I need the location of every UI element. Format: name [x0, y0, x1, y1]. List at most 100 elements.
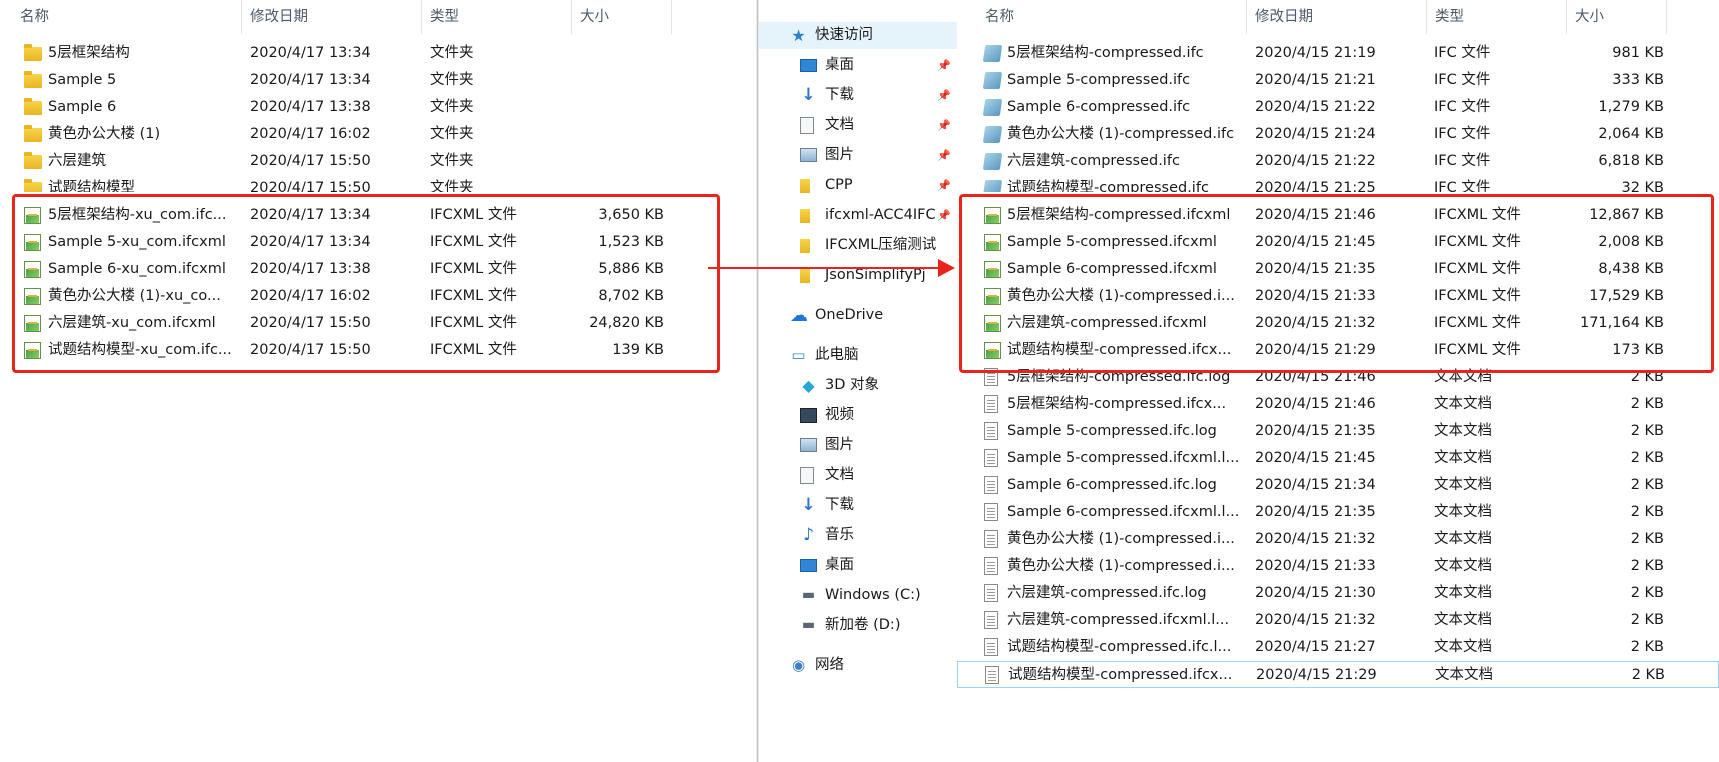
- file-row[interactable]: 黄色办公大楼 (1)-compressed.i... 2020/4/15 21:3…: [957, 553, 1719, 580]
- file-row[interactable]: Sample 6-compressed.ifcxml.l... 2020/4/15…: [957, 499, 1719, 526]
- videos-icon: [800, 408, 817, 423]
- pictures-icon: [800, 438, 817, 452]
- folder-row[interactable]: 试题结构模型 2020/4/17 15:50 文件夹: [0, 175, 756, 192]
- file-row[interactable]: 5层框架结构-compressed.ifcxml 2020/4/15 21:46 I…: [957, 202, 1719, 229]
- column-date-header[interactable]: 修改日期: [1247, 0, 1427, 34]
- nav-item[interactable]: ↓ 下载 📌: [759, 82, 957, 109]
- nav-item[interactable]: ifcxml-ACC4IFC 📌: [759, 202, 957, 229]
- file-row[interactable]: 5层框架结构-compressed.ifc 2020/4/15 21:19 IFC …: [957, 40, 1719, 67]
- file-row[interactable]: 六层建筑-compressed.ifcxml 2020/4/15 21:32 IFC…: [957, 310, 1719, 337]
- column-type-header[interactable]: 类型: [422, 0, 572, 34]
- nav-item-label: IFCXML压缩测试: [825, 237, 937, 253]
- file-row[interactable]: 黄色办公大楼 (1)-compressed.i... 2020/4/15 21:3…: [957, 526, 1719, 553]
- file-row[interactable]: Sample 5-compressed.ifc 2020/4/15 21:21 IF…: [957, 67, 1719, 94]
- file-row[interactable]: 六层建筑-compressed.ifc.log 2020/4/15 21:30 文本…: [957, 580, 1719, 607]
- nav-item[interactable]: ★ 快速访问: [759, 22, 957, 49]
- file-row[interactable]: 5层框架结构-compressed.ifcx... 2020/4/15 21:46…: [957, 391, 1719, 418]
- file-row[interactable]: 试题结构模型-compressed.ifc 2020/4/15 21:25 IFC …: [957, 175, 1719, 192]
- nav-item[interactable]: 图片 📌: [759, 142, 957, 169]
- ifcxml-file-icon: [984, 315, 1001, 332]
- nav-item[interactable]: 文档 📌: [759, 112, 957, 139]
- nav-item[interactable]: ♪ 音乐: [759, 522, 957, 549]
- file-row[interactable]: Sample 6-compressed.ifcxml 2020/4/15 21:3…: [957, 256, 1719, 283]
- ifcxml-file-icon: [24, 315, 41, 332]
- nav-item-label: 桌面: [825, 557, 854, 573]
- column-date-label: 修改日期: [250, 9, 308, 25]
- file-name: Sample 6: [48, 99, 117, 115]
- nav-item[interactable]: IFCXML压缩测试: [759, 232, 957, 259]
- column-size-header[interactable]: 大小: [572, 0, 672, 34]
- pin-icon: 📌: [937, 89, 951, 102]
- nav-item[interactable]: ▬ Windows (C:): [759, 582, 957, 609]
- nav-item[interactable]: 桌面: [759, 552, 957, 579]
- file-row[interactable]: 六层建筑-compressed.ifcxml.l... 2020/4/15 21:…: [957, 607, 1719, 634]
- file-row[interactable]: 黄色办公大楼 (1)-xu_co... 2020/4/17 16:02 IFCXML…: [0, 283, 756, 310]
- ifcxml-file-icon: [984, 207, 1001, 224]
- comparison-arrow-head-icon: [938, 259, 955, 277]
- file-size: 24,820 KB: [589, 315, 664, 331]
- text-file-icon: [984, 584, 998, 602]
- file-row[interactable]: 六层建筑-compressed.ifc 2020/4/15 21:22 IFC 文件…: [957, 148, 1719, 175]
- text-file-icon: [984, 476, 998, 494]
- nav-item[interactable]: ▭ 此电脑: [759, 342, 957, 369]
- file-row[interactable]: Sample 5-compressed.ifc.log 2020/4/15 21:…: [957, 418, 1719, 445]
- file-row[interactable]: 试题结构模型-xu_com.ifc... 2020/4/17 15:50 IFCXM…: [0, 337, 756, 364]
- file-row[interactable]: Sample 6-compressed.ifc.log 2020/4/15 21:…: [957, 472, 1719, 499]
- file-type: 文件夹: [430, 45, 474, 61]
- file-row[interactable]: Sample 5-xu_com.ifcxml 2020/4/17 13:34 IFC…: [0, 229, 756, 256]
- desktop-icon: [800, 559, 817, 572]
- nav-item[interactable]: 图片: [759, 432, 957, 459]
- folder-row[interactable]: Sample 6 2020/4/17 13:38 文件夹: [0, 94, 756, 121]
- file-row[interactable]: 试题结构模型-compressed.ifcx... 2020/4/15 21:29…: [957, 661, 1719, 688]
- file-date: 2020/4/15 21:24: [1255, 126, 1376, 142]
- nav-item-label: OneDrive: [815, 307, 884, 323]
- file-row[interactable]: 5层框架结构-xu_com.ifc... 2020/4/17 13:34 IFCXM…: [0, 202, 756, 229]
- folder-row[interactable]: 六层建筑 2020/4/17 15:50 文件夹: [0, 148, 756, 175]
- nav-item[interactable]: ↓ 下载: [759, 492, 957, 519]
- file-row[interactable]: Sample 5-compressed.ifcxml.l... 2020/4/15…: [957, 445, 1719, 472]
- nav-item[interactable]: ◆ 3D 对象: [759, 372, 957, 399]
- file-name: 六层建筑-compressed.ifcxml: [1007, 315, 1207, 331]
- nav-item[interactable]: ◉ 网络: [759, 652, 957, 679]
- file-row[interactable]: 六层建筑-xu_com.ifcxml 2020/4/17 15:50 IFCXML …: [0, 310, 756, 337]
- nav-item[interactable]: 桌面 📌: [759, 52, 957, 79]
- file-row[interactable]: 试题结构模型-compressed.ifc.l... 2020/4/15 21:2…: [957, 634, 1719, 661]
- folder-icon: [800, 269, 810, 283]
- nav-item[interactable]: CPP 📌: [759, 172, 957, 199]
- folder-row[interactable]: Sample 5 2020/4/17 13:34 文件夹: [0, 67, 756, 94]
- folder-row[interactable]: 黄色办公大楼 (1) 2020/4/17 16:02 文件夹: [0, 121, 756, 148]
- desktop-icon: [800, 59, 817, 72]
- folder-icon: [24, 179, 42, 192]
- nav-item[interactable]: ▬ 新加卷 (D:): [759, 612, 957, 639]
- file-row[interactable]: Sample 5-compressed.ifcxml 2020/4/15 21:4…: [957, 229, 1719, 256]
- file-date: 2020/4/17 15:50: [250, 342, 371, 358]
- file-name: 试题结构模型-compressed.ifcx...: [1007, 342, 1232, 358]
- file-type: 文本文档: [1434, 450, 1492, 466]
- nav-item[interactable]: 视频: [759, 402, 957, 429]
- file-size: 8,702 KB: [598, 288, 664, 304]
- file-row[interactable]: 5层框架结构-compressed.ifc.log 2020/4/15 21:46…: [957, 364, 1719, 391]
- file-row[interactable]: 黄色办公大楼 (1)-compressed.ifc 2020/4/15 21:24…: [957, 121, 1719, 148]
- file-size: 1,279 KB: [1598, 99, 1664, 115]
- file-row[interactable]: 试题结构模型-compressed.ifcx... 2020/4/15 21:29…: [957, 337, 1719, 364]
- nav-item[interactable]: ☁ OneDrive: [759, 302, 957, 329]
- file-row[interactable]: Sample 6-xu_com.ifcxml 2020/4/17 13:38 IFC…: [0, 256, 756, 283]
- file-date: 2020/4/15 21:21: [1255, 72, 1376, 88]
- file-date: 2020/4/15 21:46: [1255, 207, 1376, 223]
- folder-row[interactable]: 5层框架结构 2020/4/17 13:34 文件夹: [0, 40, 756, 67]
- file-date: 2020/4/15 21:35: [1255, 261, 1376, 277]
- column-name-header[interactable]: 名称: [977, 0, 1247, 34]
- column-date-header[interactable]: 修改日期: [242, 0, 422, 34]
- ifc-file-icon: [982, 99, 1003, 116]
- column-type-header[interactable]: 类型: [1427, 0, 1567, 34]
- pin-icon: 📌: [937, 119, 951, 132]
- file-row[interactable]: Sample 6-compressed.ifc 2020/4/15 21:22 IF…: [957, 94, 1719, 121]
- folder-icon: [800, 239, 810, 253]
- column-size-header[interactable]: 大小: [1567, 0, 1667, 34]
- ifcxml-file-icon: [24, 342, 41, 359]
- file-type: IFC 文件: [1434, 180, 1491, 192]
- file-row[interactable]: 黄色办公大楼 (1)-compressed.i... 2020/4/15 21:3…: [957, 283, 1719, 310]
- file-size: 17,529 KB: [1589, 288, 1664, 304]
- file-type: IFCXML 文件: [1434, 315, 1521, 331]
- nav-item[interactable]: 文档: [759, 462, 957, 489]
